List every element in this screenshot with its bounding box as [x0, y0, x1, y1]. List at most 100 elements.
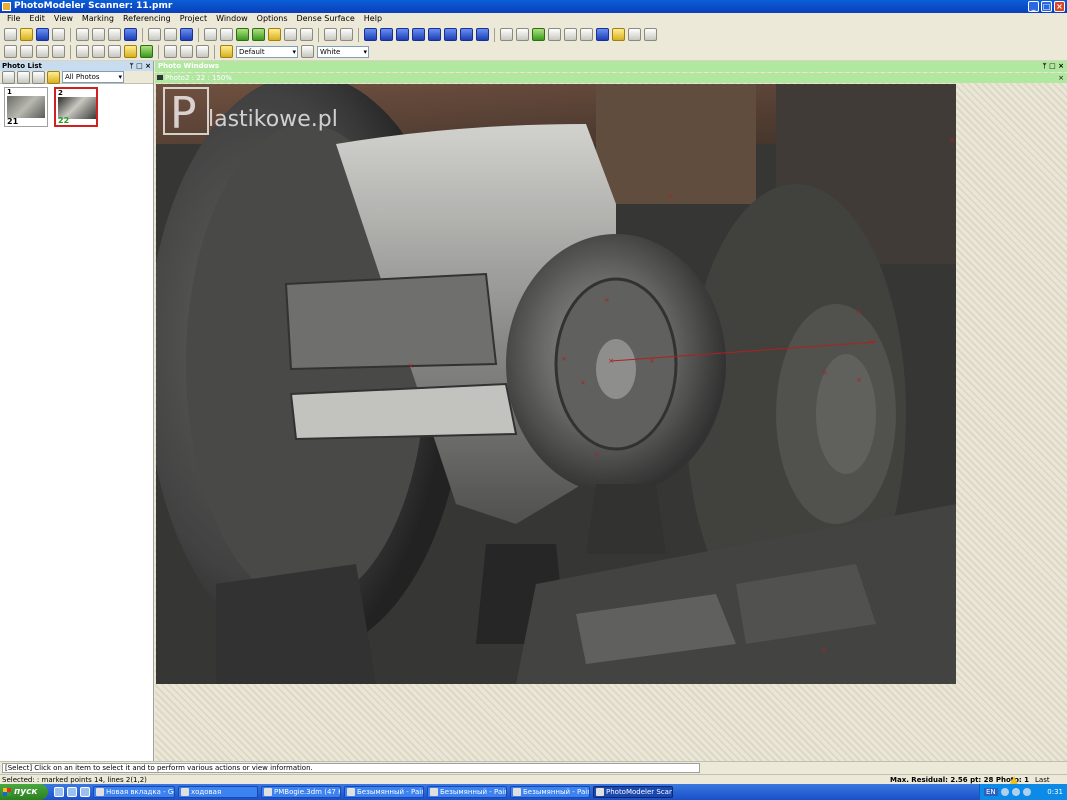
dense-surface-icon[interactable] [596, 28, 609, 41]
undo-icon[interactable] [52, 28, 65, 41]
photo-image[interactable]: × × × × × × × × × × × × × × P lastikowe.… [156, 84, 956, 684]
maximize-button[interactable]: □ [1041, 1, 1052, 12]
select-icon[interactable] [76, 28, 89, 41]
photo-thumb-2[interactable]: 2 22 [54, 87, 98, 127]
loft-icon[interactable] [428, 28, 441, 41]
reference-mode-icon[interactable] [252, 28, 265, 41]
task-photomodeler[interactable]: PhotoModeler Scanne... [593, 786, 673, 798]
volume-icon[interactable] [1011, 788, 1020, 796]
sub-pixel-icon[interactable] [300, 28, 313, 41]
task-paint-3[interactable]: Безымянный - Paint [510, 786, 590, 798]
menu-dense-surface[interactable]: Dense Surface [297, 13, 355, 25]
new-project-icon[interactable] [4, 28, 17, 41]
sort-icon[interactable] [32, 70, 45, 84]
mark-edges-icon[interactable] [180, 28, 193, 41]
point-table-icon[interactable] [500, 28, 513, 41]
quality-icon[interactable] [532, 28, 545, 41]
window-controls-icon[interactable]: ᛘ □ × [1042, 61, 1064, 72]
revolve-icon[interactable] [460, 28, 473, 41]
menu-marking[interactable]: Marking [82, 13, 114, 25]
menu-project[interactable]: Project [180, 13, 207, 25]
measure-icon[interactable] [204, 28, 217, 41]
task-3dm[interactable]: PMBogie.3dm (47 KB)... [261, 786, 341, 798]
ruler-icon[interactable] [124, 45, 137, 58]
table-view-icon[interactable] [196, 45, 209, 58]
menu-view[interactable]: View [54, 13, 73, 25]
orient-icon[interactable] [268, 28, 281, 41]
minimize-button[interactable]: _ [1028, 1, 1039, 12]
security-icon[interactable] [1022, 788, 1031, 796]
task-folder[interactable]: ходовая [178, 786, 258, 798]
start-label: пуск [14, 787, 38, 797]
task-paint-1[interactable]: Безымянный - Paint [344, 786, 424, 798]
menu-file[interactable]: File [7, 13, 20, 25]
tile-icon[interactable] [20, 45, 33, 58]
photo-view-icon[interactable] [4, 45, 17, 58]
menu-help[interactable]: Help [364, 13, 382, 25]
mark-points-icon[interactable] [124, 28, 137, 41]
texture-icon[interactable] [612, 28, 625, 41]
line-table-icon[interactable] [516, 28, 529, 41]
show-hide-icon[interactable] [92, 45, 105, 58]
marking-mode-icon[interactable] [76, 45, 89, 58]
thumb-image [7, 96, 45, 118]
table-icon[interactable] [564, 28, 577, 41]
show-desktop-icon[interactable] [54, 787, 64, 797]
delete-icon[interactable] [108, 28, 121, 41]
3d-viewer-icon[interactable] [324, 28, 337, 41]
auto-reference-icon[interactable] [236, 28, 249, 41]
surface-draw-icon[interactable] [340, 28, 353, 41]
task-browser[interactable]: Новая вкладка - Go... [93, 786, 175, 798]
thumb-number: 2 [58, 89, 63, 97]
color-combo[interactable]: White [317, 45, 369, 58]
zoom-icon[interactable] [164, 45, 177, 58]
open-project-icon[interactable] [20, 28, 33, 41]
rhino-icon [264, 788, 272, 796]
pan-icon[interactable] [92, 28, 105, 41]
magnify-icon[interactable] [180, 45, 193, 58]
view-thumbnails-icon[interactable] [2, 70, 15, 84]
menu-referencing[interactable]: Referencing [123, 13, 171, 25]
app-title-bar[interactable]: PhotoModeler Scanner: 11.pmr _ □ × [0, 0, 1067, 13]
layers-icon[interactable] [108, 45, 121, 58]
layout-icon[interactable] [628, 28, 641, 41]
svg-text:×: × [949, 136, 955, 144]
filter-icon[interactable] [47, 70, 60, 84]
style-combo[interactable]: Default [236, 45, 298, 58]
view-details-icon[interactable] [17, 70, 30, 84]
mark-curves-icon[interactable] [164, 28, 177, 41]
sweep-icon[interactable] [476, 28, 489, 41]
photo-close-icon[interactable]: × [1058, 73, 1064, 83]
photo-filter-combo[interactable]: All Photos [62, 71, 124, 83]
photo-thumb-1[interactable]: 1 21 [4, 87, 48, 127]
cylinder-icon[interactable] [396, 28, 409, 41]
path-icon[interactable] [444, 28, 457, 41]
window-list-icon[interactable] [52, 45, 65, 58]
browser-icon[interactable] [67, 787, 77, 797]
surface-patch-icon[interactable] [380, 28, 393, 41]
start-button[interactable]: пуск [0, 784, 48, 800]
camera-icon[interactable] [548, 28, 561, 41]
menu-window[interactable]: Window [216, 13, 248, 25]
photo-list-title-bar: Photo List ᛘ □ × [0, 61, 153, 71]
zoom-fit-icon[interactable] [140, 45, 153, 58]
task-paint-2[interactable]: Безымянный - Paint [427, 786, 507, 798]
mark-lines-icon[interactable] [148, 28, 161, 41]
network-icon[interactable] [1000, 788, 1009, 796]
reference-icon[interactable] [220, 28, 233, 41]
media-icon[interactable] [80, 787, 90, 797]
language-indicator[interactable]: EN [984, 788, 998, 796]
cone-icon[interactable] [412, 28, 425, 41]
menu-edit[interactable]: Edit [29, 13, 45, 25]
settings-icon[interactable] [644, 28, 657, 41]
main-toolbar [0, 25, 1067, 45]
save-icon[interactable] [36, 28, 49, 41]
close-button[interactable]: × [1054, 1, 1065, 12]
panel-controls-icon[interactable]: ᛘ □ × [129, 61, 151, 71]
svg-text:×: × [608, 357, 614, 365]
cube-icon[interactable] [364, 28, 377, 41]
menu-options[interactable]: Options [257, 13, 288, 25]
grid-icon[interactable] [580, 28, 593, 41]
cascade-icon[interactable] [36, 45, 49, 58]
process-icon[interactable] [284, 28, 297, 41]
